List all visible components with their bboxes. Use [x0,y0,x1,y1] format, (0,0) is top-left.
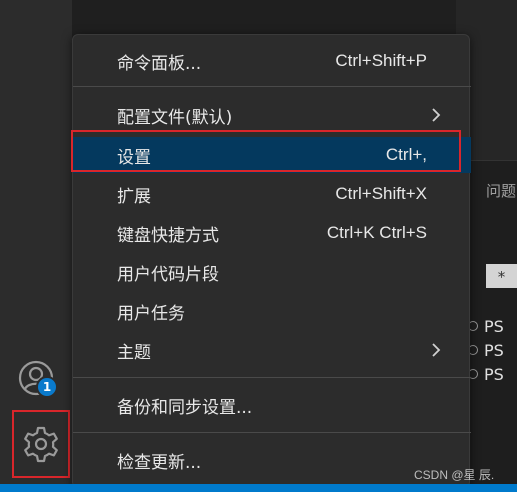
menu-item-check-updates[interactable]: 检查更新... [73,442,471,478]
menu-item-label: 用户代码片段 [117,264,219,285]
account-badge: 1 [36,376,58,398]
menu-separator [73,86,471,87]
menu-item-settings[interactable]: 设置 Ctrl+, [73,137,471,173]
menu-item-themes[interactable]: 主题 [73,332,471,368]
gear-icon [24,426,58,463]
manage-settings-button[interactable] [12,410,70,478]
menu-item-command-palette[interactable]: 命令面板... Ctrl+Shift+P [73,43,471,79]
terminal-list-item[interactable]: PS [468,363,504,385]
vscode-window: 问题 * PS PS PS 1 命令面板... Ctrl+Shift+P 配置文… [0,0,517,492]
terminal-label: PS [484,364,504,384]
menu-item-shortcut: Ctrl+Shift+P [335,51,427,70]
menu-separator [73,377,471,378]
panel-tab-problems[interactable]: 问题 [486,180,516,201]
menu-item-label: 命令面板... [117,53,202,74]
menu-item-shortcut: Ctrl+Shift+X [335,184,427,203]
menu-item-label: 用户任务 [117,303,185,324]
activity-bar: 1 [0,0,72,484]
menu-item-backup-sync[interactable]: 备份和同步设置... [73,387,471,423]
menu-separator [73,432,471,433]
watermark: CSDN @星 辰. [414,468,495,482]
menu-item-keyboard-shortcuts[interactable]: 键盘快捷方式 Ctrl+K Ctrl+S [73,215,471,251]
menu-item-label: 检查更新... [117,452,202,473]
terminal-list-item[interactable]: PS [468,339,504,361]
terminal-label: PS [484,340,504,360]
menu-item-label: 扩展 [117,186,151,207]
menu-item-user-snippets[interactable]: 用户代码片段 [73,254,471,290]
menu-item-profiles[interactable]: 配置文件(默认) [73,97,471,133]
menu-item-shortcut: Ctrl+, [385,145,427,164]
status-bar [0,484,517,492]
chevron-right-icon [432,343,441,357]
menu-item-label: 备份和同步设置... [117,397,253,418]
terminal-label: PS [484,316,504,336]
manage-menu: 命令面板... Ctrl+Shift+P 配置文件(默认) 设置 Ctrl+, … [72,34,471,488]
menu-item-shortcut: Ctrl+K Ctrl+S [326,223,427,242]
menu-item-label: 键盘快捷方式 [117,225,219,246]
menu-item-label: 配置文件(默认) [117,107,233,128]
menu-item-user-tasks[interactable]: 用户任务 [73,293,471,329]
menu-item-label: 设置 [117,147,151,168]
menu-item-extensions[interactable]: 扩展 Ctrl+Shift+X [73,176,471,212]
terminal-list-item[interactable]: PS [468,315,504,337]
terminal-chip[interactable]: * [486,264,517,288]
menu-item-label: 主题 [117,342,151,363]
chevron-right-icon [432,108,441,122]
